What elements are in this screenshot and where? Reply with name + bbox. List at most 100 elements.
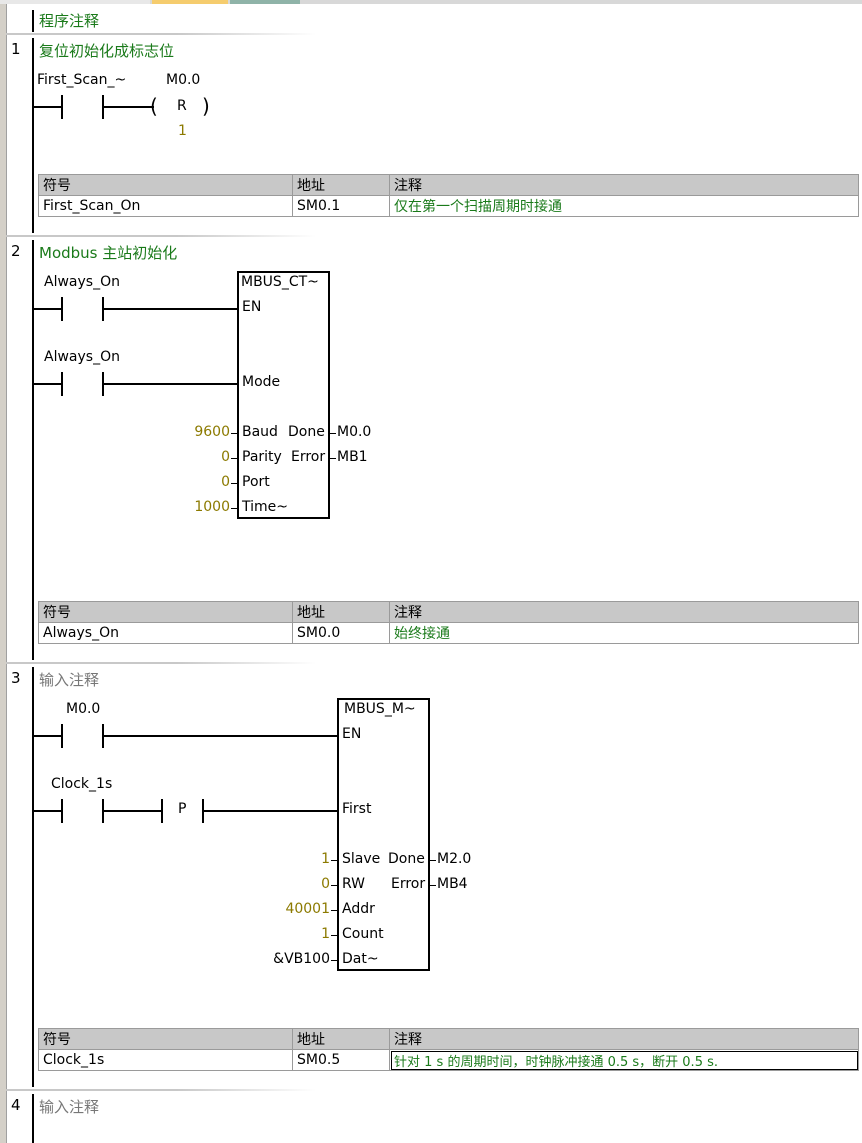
done-value[interactable]: M0.0 <box>337 424 371 440</box>
pin-slave: Slave <box>342 851 381 867</box>
contact-no-left[interactable] <box>61 799 63 823</box>
address-cell[interactable]: SM0.1 <box>292 195 390 217</box>
pin-time: Time~ <box>242 499 288 515</box>
contact-label[interactable]: Always_On <box>44 274 120 290</box>
symbol-cell[interactable]: Always_On <box>38 622 293 644</box>
rung-wire <box>104 810 162 812</box>
address-header: 地址 <box>292 174 390 196</box>
pin-tick <box>430 885 436 886</box>
rung-wire <box>104 383 238 385</box>
table-row[interactable]: Clock_1s SM0.5 针对 1 s 的周期时间，时钟脉冲接通 0.5 s… <box>38 1049 859 1071</box>
symbol-cell[interactable]: Clock_1s <box>38 1049 293 1071</box>
pin-count: Count <box>342 926 384 942</box>
pin-first: First <box>342 801 372 817</box>
rung-wire <box>34 810 62 812</box>
coil-left-paren[interactable]: ( <box>150 96 158 116</box>
network-comment[interactable]: 复位初始化成标志位 <box>39 40 174 61</box>
parity-value[interactable]: 0 <box>221 449 230 465</box>
program-comment[interactable]: 程序注释 <box>39 10 99 31</box>
rung-wire <box>204 810 338 812</box>
rung-wire <box>34 106 62 108</box>
pin-error: Error <box>391 876 426 892</box>
rung-wire <box>104 308 238 310</box>
rung-wire <box>34 383 62 385</box>
time-value[interactable]: 1000 <box>194 499 230 515</box>
error-value[interactable]: MB4 <box>437 876 468 892</box>
dat-value[interactable]: &VB100 <box>273 951 330 967</box>
network-comment[interactable]: 输入注释 <box>39 669 99 690</box>
address-cell[interactable]: SM0.0 <box>292 622 390 644</box>
symbol-table: 符号 地址 注释 First_Scan_On SM0.1 仅在第一个扫描周期时接… <box>38 174 859 217</box>
block-title: MBUS_CT~ <box>241 274 319 290</box>
network-comment[interactable]: Modbus 主站初始化 <box>39 242 177 263</box>
edge-left[interactable] <box>161 799 163 823</box>
pin-tick <box>330 433 336 434</box>
address-cell[interactable]: SM0.5 <box>292 1049 390 1071</box>
pin-en: EN <box>242 299 262 315</box>
pin-done: Done <box>288 424 325 440</box>
pin-en: EN <box>342 726 362 742</box>
network-separator <box>6 33 316 35</box>
pin-tick <box>331 935 337 936</box>
pin-mode: Mode <box>242 374 281 390</box>
slave-value[interactable]: 1 <box>321 851 330 867</box>
contact-no-left[interactable] <box>61 95 63 119</box>
network-separator <box>6 235 316 237</box>
pin-rw: RW <box>342 876 366 892</box>
pin-tick <box>430 860 436 861</box>
count-value[interactable]: 1 <box>321 926 330 942</box>
network-number: 1 <box>11 40 21 58</box>
coil-address[interactable]: M0.0 <box>166 72 200 88</box>
contact-no-left[interactable] <box>61 372 63 396</box>
contact-no-left[interactable] <box>61 724 63 748</box>
address-header: 地址 <box>292 1028 390 1050</box>
baud-value[interactable]: 9600 <box>194 424 230 440</box>
left-gutter <box>0 4 7 1143</box>
table-row[interactable]: Always_On SM0.0 始终接通 <box>38 622 859 644</box>
power-rail <box>32 240 34 660</box>
rung-wire <box>34 735 62 737</box>
pin-error: Error <box>291 449 326 465</box>
tab-main[interactable] <box>0 0 150 4</box>
pin-tick <box>231 508 237 509</box>
tab-sbr[interactable] <box>152 0 228 4</box>
left-rail <box>32 10 34 32</box>
contact-label[interactable]: Clock_1s <box>51 776 112 792</box>
contact-label[interactable]: Always_On <box>44 349 120 365</box>
pin-parity: Parity <box>242 449 282 465</box>
done-value[interactable]: M2.0 <box>437 851 471 867</box>
comment-cell[interactable]: 始终接通 <box>389 622 859 644</box>
block-title: MBUS_M~ <box>344 701 416 717</box>
table-row[interactable]: First_Scan_On SM0.1 仅在第一个扫描周期时接通 <box>38 195 859 217</box>
comment-cell[interactable]: 针对 1 s 的周期时间，时钟脉冲接通 0.5 s，断开 0.5 s. <box>389 1049 859 1071</box>
power-rail <box>32 38 34 233</box>
pin-tick <box>331 860 337 861</box>
symbol-table: 符号 地址 注释 Clock_1s SM0.5 针对 1 s 的周期时间，时钟脉… <box>38 1028 859 1071</box>
power-rail <box>32 667 34 1087</box>
pin-tick <box>330 458 336 459</box>
pin-tick <box>331 910 337 911</box>
pin-baud: Baud <box>242 424 278 440</box>
contact-label[interactable]: First_Scan_~ <box>37 72 126 88</box>
rw-value[interactable]: 0 <box>321 876 330 892</box>
network-number: 3 <box>11 669 21 687</box>
addr-value[interactable]: 40001 <box>285 901 330 917</box>
contact-label[interactable]: M0.0 <box>66 701 100 717</box>
pin-dat: Dat~ <box>342 951 379 967</box>
coil-reset[interactable]: R <box>177 98 187 114</box>
address-header: 地址 <box>292 601 390 623</box>
error-value[interactable]: MB1 <box>337 449 368 465</box>
network-comment[interactable]: 输入注释 <box>39 1096 99 1117</box>
contact-no-left[interactable] <box>61 297 63 321</box>
pin-tick <box>331 885 337 886</box>
comment-cell[interactable]: 仅在第一个扫描周期时接通 <box>389 195 859 217</box>
positive-edge[interactable]: P <box>178 801 186 817</box>
symbol-cell[interactable]: First_Scan_On <box>38 195 293 217</box>
coil-count[interactable]: 1 <box>178 123 187 139</box>
tab-int[interactable] <box>230 0 300 4</box>
rung-wire <box>104 106 154 108</box>
coil-right-paren[interactable]: ) <box>202 96 210 116</box>
port-value[interactable]: 0 <box>221 474 230 490</box>
symbol-header: 符号 <box>38 1028 293 1050</box>
tab-strip <box>0 0 862 4</box>
